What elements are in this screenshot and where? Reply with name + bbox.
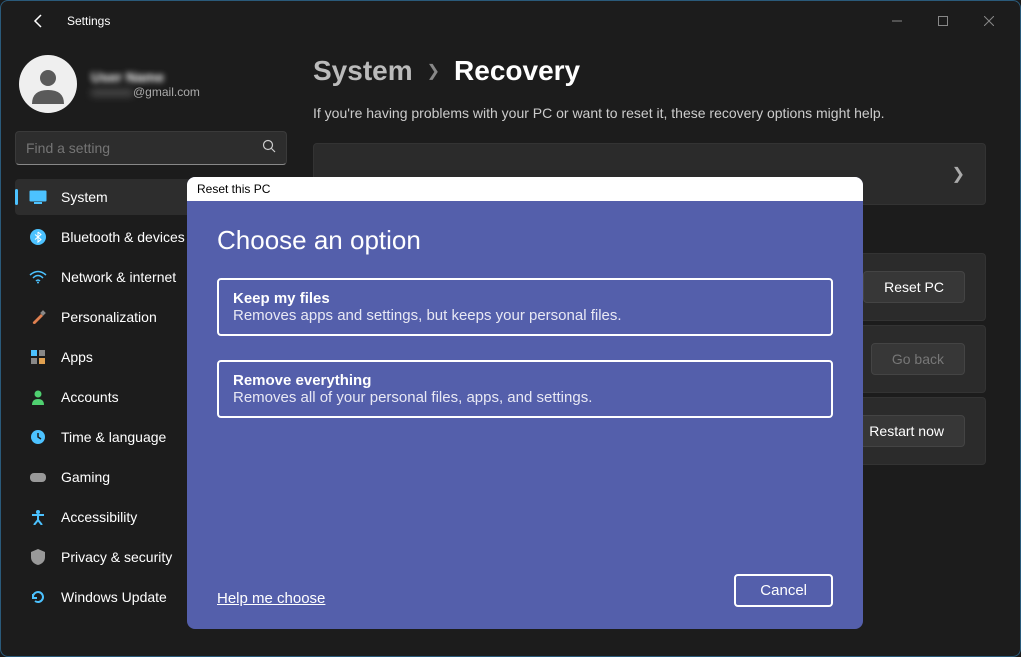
search-box[interactable] <box>15 131 287 165</box>
sidebar-item-label: Network & internet <box>61 269 176 285</box>
help-link[interactable]: Help me choose <box>217 590 325 607</box>
restart-now-button[interactable]: Restart now <box>848 415 965 447</box>
back-button[interactable] <box>23 5 55 37</box>
option-subtitle: Removes apps and settings, but keeps you… <box>233 307 817 324</box>
accessibility-icon <box>29 508 47 526</box>
search-icon <box>262 139 276 158</box>
account-icon <box>29 388 47 406</box>
breadcrumb-parent[interactable]: System <box>313 55 413 87</box>
chevron-right-icon: ❯ <box>952 164 965 184</box>
breadcrumb: System ❯ Recovery <box>313 55 986 87</box>
search-input[interactable] <box>26 140 262 156</box>
option-subtitle: Removes all of your personal files, apps… <box>233 389 817 406</box>
option-title: Keep my files <box>233 290 817 307</box>
brush-icon <box>29 308 47 326</box>
option-remove-everything[interactable]: Remove everything Removes all of your pe… <box>217 360 833 418</box>
avatar <box>19 55 77 113</box>
sidebar-item-label: Accounts <box>61 389 119 405</box>
dialog-title: Reset this PC <box>187 177 863 201</box>
close-button[interactable] <box>966 6 1012 36</box>
page-title: Recovery <box>454 55 580 87</box>
chevron-right-icon: ❯ <box>427 61 440 81</box>
sidebar-item-label: Accessibility <box>61 509 137 525</box>
sidebar-item-label: Bluetooth & devices <box>61 229 185 245</box>
profile-name: User Name <box>91 69 200 85</box>
system-icon <box>29 188 47 206</box>
profile[interactable]: User Name xxxxxxx@gmail.com <box>15 55 287 113</box>
bluetooth-icon <box>29 228 47 246</box>
reset-pc-dialog: Reset this PC Choose an option Keep my f… <box>187 177 863 629</box>
sidebar-item-label: Personalization <box>61 309 157 325</box>
cancel-button[interactable]: Cancel <box>734 574 833 607</box>
go-back-button[interactable]: Go back <box>871 343 965 375</box>
reset-pc-button[interactable]: Reset PC <box>863 271 965 303</box>
option-keep-files[interactable]: Keep my files Removes apps and settings,… <box>217 278 833 336</box>
profile-email: xxxxxxx@gmail.com <box>91 85 200 99</box>
page-description: If you're having problems with your PC o… <box>313 105 986 121</box>
option-title: Remove everything <box>233 372 817 389</box>
sidebar-item-label: Windows Update <box>61 589 167 605</box>
gaming-icon <box>29 468 47 486</box>
apps-icon <box>29 348 47 366</box>
clock-icon <box>29 428 47 446</box>
titlebar: Settings <box>1 1 1020 41</box>
update-icon <box>29 588 47 606</box>
sidebar-item-label: System <box>61 189 108 205</box>
minimize-button[interactable] <box>874 6 920 36</box>
window-title: Settings <box>67 14 110 28</box>
maximize-button[interactable] <box>920 6 966 36</box>
wifi-icon <box>29 268 47 286</box>
shield-icon <box>29 548 47 566</box>
dialog-heading: Choose an option <box>217 225 833 256</box>
sidebar-item-label: Apps <box>61 349 93 365</box>
sidebar-item-label: Gaming <box>61 469 110 485</box>
sidebar-item-label: Time & language <box>61 429 166 445</box>
sidebar-item-label: Privacy & security <box>61 549 172 565</box>
